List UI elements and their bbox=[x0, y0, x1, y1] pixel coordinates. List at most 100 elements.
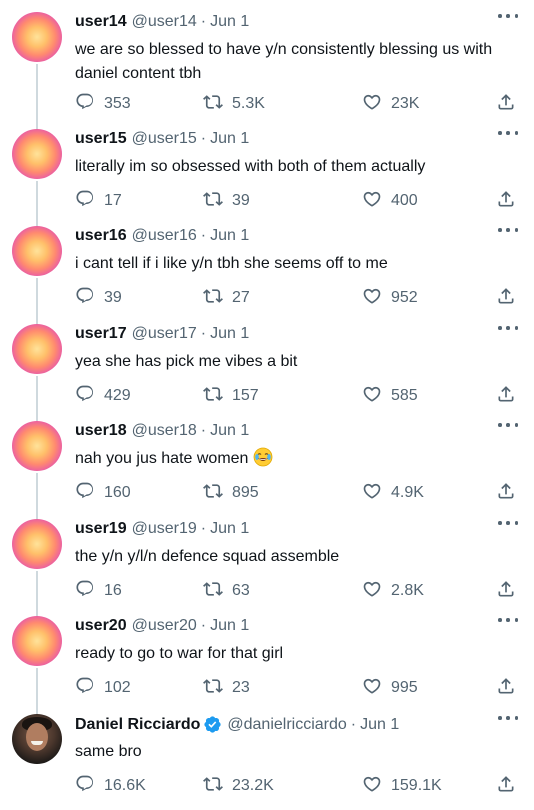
timestamp[interactable]: Jun 1 bbox=[210, 227, 249, 245]
more-icon[interactable] bbox=[498, 515, 518, 531]
more-icon[interactable] bbox=[498, 320, 518, 336]
share-button[interactable] bbox=[496, 189, 516, 213]
avatar[interactable] bbox=[12, 421, 62, 471]
reply-button[interactable]: 17 bbox=[75, 189, 122, 213]
timestamp[interactable]: Jun 1 bbox=[360, 716, 399, 734]
more-icon[interactable] bbox=[498, 8, 518, 24]
like-icon bbox=[362, 384, 382, 409]
display-name[interactable]: user17 bbox=[75, 325, 127, 343]
reply-button[interactable]: 429 bbox=[75, 384, 131, 408]
share-button[interactable] bbox=[496, 676, 516, 700]
like-button[interactable]: 400 bbox=[362, 189, 418, 213]
tweet-actions: 16.6K 23.2K 159.1K bbox=[75, 774, 520, 798]
handle[interactable]: @user19 bbox=[132, 520, 197, 538]
tweet[interactable]: user17 @user17 · Jun 1 yea she has pick … bbox=[0, 312, 534, 409]
tweet[interactable]: user15 @user15 · Jun 1 literally im so o… bbox=[0, 117, 534, 214]
like-count: 400 bbox=[391, 192, 418, 209]
tweet-text: we are so blessed to have y/n consistent… bbox=[75, 38, 515, 86]
tweet[interactable]: user19 @user19 · Jun 1 the y/n y/l/n def… bbox=[0, 507, 534, 604]
reply-button[interactable]: 160 bbox=[75, 481, 131, 505]
handle[interactable]: @user17 bbox=[132, 325, 197, 343]
reply-button[interactable]: 353 bbox=[75, 92, 131, 116]
retweet-button[interactable]: 5.3K bbox=[203, 92, 265, 116]
tweet-header: user16 @user16 · Jun 1 bbox=[75, 227, 249, 245]
handle[interactable]: @user15 bbox=[132, 130, 197, 148]
share-button[interactable] bbox=[496, 579, 516, 603]
retweet-count: 27 bbox=[232, 289, 250, 306]
display-name[interactable]: user16 bbox=[75, 227, 127, 245]
display-name[interactable]: user18 bbox=[75, 422, 127, 440]
like-count: 995 bbox=[391, 679, 418, 696]
tweet[interactable]: Daniel Ricciardo @danielricciardo · Jun … bbox=[0, 702, 534, 799]
timestamp[interactable]: Jun 1 bbox=[210, 13, 249, 31]
tweet[interactable]: user14 @user14 · Jun 1 we are so blessed… bbox=[0, 0, 534, 112]
like-button[interactable]: 952 bbox=[362, 286, 418, 310]
reply-count: 16 bbox=[104, 582, 122, 599]
like-button[interactable]: 4.9K bbox=[362, 481, 424, 505]
more-icon[interactable] bbox=[498, 710, 518, 726]
share-button[interactable] bbox=[496, 92, 516, 116]
tweet[interactable]: user20 @user20 · Jun 1 ready to go to wa… bbox=[0, 604, 534, 701]
like-button[interactable]: 995 bbox=[362, 676, 418, 700]
more-icon[interactable] bbox=[498, 125, 518, 141]
handle[interactable]: @user20 bbox=[132, 617, 197, 635]
retweet-button[interactable]: 39 bbox=[203, 189, 250, 213]
like-button[interactable]: 23K bbox=[362, 92, 419, 116]
share-button[interactable] bbox=[496, 481, 516, 505]
tweet-text: i cant tell if i like y/n tbh she seems … bbox=[75, 252, 515, 276]
reply-count: 102 bbox=[104, 679, 131, 696]
like-button[interactable]: 585 bbox=[362, 384, 418, 408]
tweet[interactable]: user18 @user18 · Jun 1 nah you jus hate … bbox=[0, 409, 534, 506]
tweet-header: user17 @user17 · Jun 1 bbox=[75, 325, 249, 343]
handle[interactable]: @user18 bbox=[132, 422, 197, 440]
reply-count: 39 bbox=[104, 289, 122, 306]
more-icon[interactable] bbox=[498, 417, 518, 433]
reply-count: 160 bbox=[104, 484, 131, 501]
share-button[interactable] bbox=[496, 774, 516, 798]
reply-button[interactable]: 39 bbox=[75, 286, 122, 310]
more-icon[interactable] bbox=[498, 222, 518, 238]
reply-button[interactable]: 16 bbox=[75, 579, 122, 603]
handle[interactable]: @danielricciardo bbox=[227, 716, 346, 734]
like-icon bbox=[362, 579, 382, 604]
reply-button[interactable]: 16.6K bbox=[75, 774, 146, 798]
display-name[interactable]: Daniel Ricciardo bbox=[75, 716, 200, 734]
retweet-icon bbox=[203, 189, 223, 214]
timestamp[interactable]: Jun 1 bbox=[210, 325, 249, 343]
share-icon bbox=[496, 774, 516, 799]
avatar[interactable] bbox=[12, 12, 62, 62]
share-button[interactable] bbox=[496, 384, 516, 408]
avatar[interactable] bbox=[12, 129, 62, 179]
retweet-button[interactable]: 157 bbox=[203, 384, 259, 408]
display-name[interactable]: user20 bbox=[75, 617, 127, 635]
separator: · bbox=[350, 715, 357, 733]
display-name[interactable]: user19 bbox=[75, 520, 127, 538]
display-name[interactable]: user14 bbox=[75, 13, 127, 31]
retweet-button[interactable]: 23.2K bbox=[203, 774, 274, 798]
display-name[interactable]: user15 bbox=[75, 130, 127, 148]
avatar[interactable] bbox=[12, 519, 62, 569]
timestamp[interactable]: Jun 1 bbox=[210, 520, 249, 538]
avatar[interactable] bbox=[12, 714, 62, 764]
avatar[interactable] bbox=[12, 324, 62, 374]
separator: · bbox=[200, 520, 207, 537]
timestamp[interactable]: Jun 1 bbox=[210, 130, 249, 148]
like-button[interactable]: 2.8K bbox=[362, 579, 424, 603]
retweet-button[interactable]: 23 bbox=[203, 676, 250, 700]
avatar[interactable] bbox=[12, 226, 62, 276]
tweet[interactable]: user16 @user16 · Jun 1 i cant tell if i … bbox=[0, 214, 534, 311]
timestamp[interactable]: Jun 1 bbox=[210, 617, 249, 635]
like-count: 4.9K bbox=[391, 484, 424, 501]
like-button[interactable]: 159.1K bbox=[362, 774, 442, 798]
share-button[interactable] bbox=[496, 286, 516, 310]
avatar[interactable] bbox=[12, 616, 62, 666]
retweet-button[interactable]: 63 bbox=[203, 579, 250, 603]
retweet-count: 5.3K bbox=[232, 95, 265, 112]
handle[interactable]: @user16 bbox=[132, 227, 197, 245]
reply-button[interactable]: 102 bbox=[75, 676, 131, 700]
more-icon[interactable] bbox=[498, 612, 518, 628]
timestamp[interactable]: Jun 1 bbox=[210, 422, 249, 440]
retweet-button[interactable]: 27 bbox=[203, 286, 250, 310]
handle[interactable]: @user14 bbox=[132, 13, 197, 31]
retweet-button[interactable]: 895 bbox=[203, 481, 259, 505]
